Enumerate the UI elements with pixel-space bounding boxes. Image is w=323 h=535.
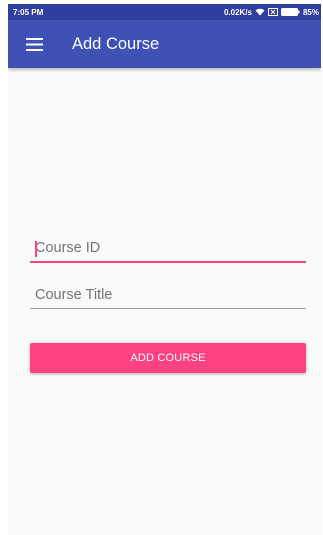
sim-icon: [267, 8, 278, 16]
hamburger-menu-icon[interactable]: [24, 34, 44, 54]
battery-level: 85%: [302, 7, 319, 17]
course-id-field: [30, 237, 306, 263]
app-screen: 7:05 PM 0.02K/s 85% Add Course Course ID…: [8, 4, 321, 535]
network-speed: 0.02K/s: [223, 7, 252, 17]
course-id-input[interactable]: [30, 237, 306, 261]
status-indicators: 0.02K/s 85%: [224, 8, 319, 17]
status-bar: 7:05 PM 0.02K/s 85%: [8, 4, 321, 20]
add-course-button[interactable]: ADD COURSE: [30, 343, 306, 373]
course-title-input[interactable]: [30, 283, 306, 308]
app-bar: Add Course: [8, 20, 321, 68]
status-time: 7:05 PM: [13, 7, 44, 17]
wifi-icon: [255, 8, 265, 16]
course-title-field: [30, 283, 306, 309]
battery-icon: [280, 8, 300, 16]
page-title: Add Course: [72, 34, 160, 53]
text-cursor: [35, 241, 37, 257]
